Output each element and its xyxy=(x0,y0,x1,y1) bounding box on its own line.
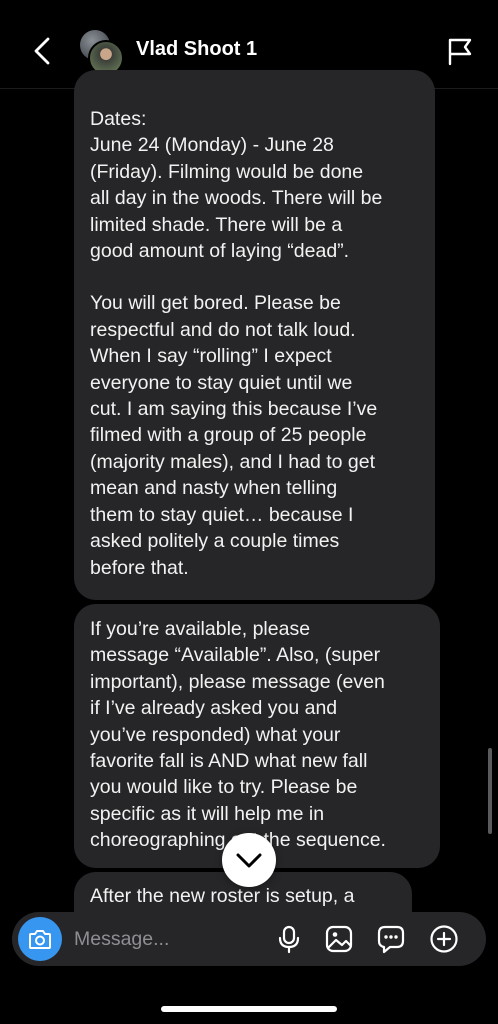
message-line: everyone to stay quiet until we xyxy=(90,371,353,394)
message-line: message “Available”. Also, (super xyxy=(90,644,381,667)
message-line: June 24 (Monday) - June 28 xyxy=(90,134,334,157)
message-line: mean and nasty when telling xyxy=(90,477,338,500)
message-line: If you’re available, please xyxy=(90,618,311,640)
message-line: you would like to try. Please be xyxy=(90,776,358,799)
message-line: if I’ve already asked you and xyxy=(90,697,338,720)
camera-button[interactable] xyxy=(18,917,62,961)
microphone-icon[interactable] xyxy=(274,924,304,954)
message-bubble[interactable]: If you’re available, please message “Ava… xyxy=(74,604,440,868)
message-line: After the new roster is setup, a xyxy=(90,885,355,907)
message-line: favorite fall is AND what new fall xyxy=(90,750,368,773)
message-line: good amount of laying “dead”. xyxy=(90,240,350,263)
message-input[interactable] xyxy=(74,926,264,952)
chat-bubble-icon[interactable] xyxy=(376,924,406,954)
message-line: filmed with a group of 25 people xyxy=(90,424,367,447)
message-bubble[interactable]: Dates: June 24 (Monday) - June 28 (Frida… xyxy=(74,70,435,600)
message-composer xyxy=(12,912,486,966)
image-icon[interactable] xyxy=(324,924,354,954)
home-indicator xyxy=(161,1006,337,1012)
message-line: limited shade. There will be a xyxy=(90,213,343,236)
message-line: specific as it will help me in xyxy=(90,802,325,825)
scrollbar[interactable] xyxy=(488,748,492,834)
chat-title[interactable]: Vlad Shoot 1 xyxy=(136,38,257,61)
message-line: (Friday). Filming would be done xyxy=(90,160,364,183)
chevron-left-icon[interactable] xyxy=(30,36,56,66)
message-line: you’ve responded) what your xyxy=(90,723,341,746)
message-line: all day in the woods. There will be xyxy=(90,187,383,210)
message-line: before that. xyxy=(90,556,189,579)
scroll-to-bottom-button[interactable] xyxy=(222,833,276,887)
message-line: them to stay quiet… because I xyxy=(90,503,354,526)
group-avatar[interactable] xyxy=(78,28,126,76)
camera-icon xyxy=(29,930,51,949)
message-line: respectful and do not talk loud. xyxy=(90,318,356,341)
chevron-down-icon xyxy=(236,853,262,868)
flag-icon[interactable] xyxy=(446,36,474,66)
message-line: When I say “rolling” I expect xyxy=(90,345,332,368)
message-line: asked politely a couple times xyxy=(90,530,340,553)
message-line: You will get bored. Please be xyxy=(90,292,341,315)
message-line: Dates: xyxy=(90,108,147,130)
message-line: (majority males), and I had to get xyxy=(90,450,376,473)
message-line: cut. I am saying this because I’ve xyxy=(90,398,378,421)
plus-circle-icon[interactable] xyxy=(429,924,459,954)
message-line: important), please message (even xyxy=(90,670,385,693)
